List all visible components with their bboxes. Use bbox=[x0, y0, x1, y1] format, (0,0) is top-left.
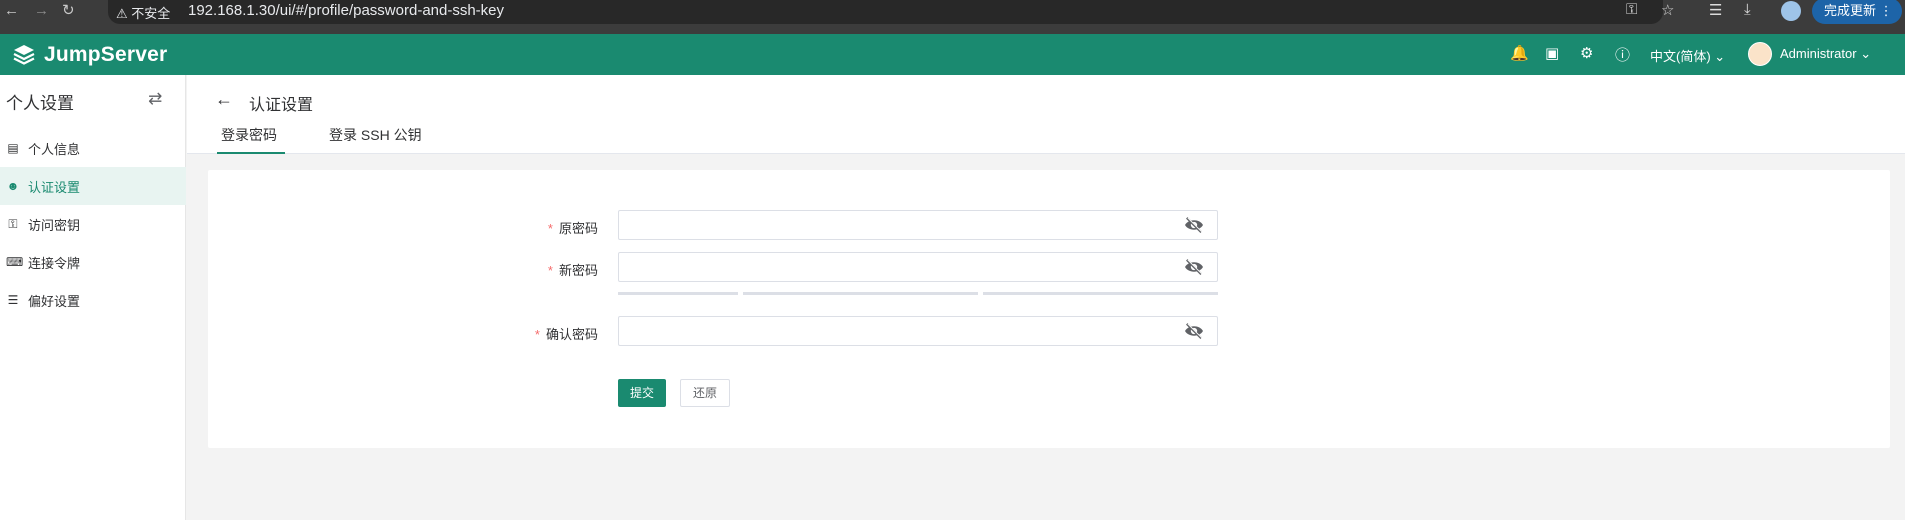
bookmark-star-icon[interactable]: ☆ bbox=[1661, 1, 1674, 19]
eye-off-icon[interactable] bbox=[1183, 322, 1205, 340]
language-selector[interactable]: 中文(简体) ⌄ bbox=[1650, 46, 1725, 65]
confirm-password-label-text: 确认密码 bbox=[545, 327, 598, 342]
security-warning[interactable]: ⚠ 不安全 bbox=[116, 3, 170, 22]
sidebar-item-preferences[interactable]: ☰ 偏好设置 bbox=[0, 281, 186, 319]
new-password-field[interactable] bbox=[618, 252, 1218, 282]
strength-bar-segment bbox=[858, 292, 978, 295]
strength-bar-segment bbox=[743, 292, 863, 295]
brand-logo[interactable]: JumpServer bbox=[12, 43, 167, 67]
switch-view-icon[interactable]: ⇄ bbox=[148, 89, 162, 109]
page-title: 认证设置 bbox=[249, 97, 314, 114]
old-password-label-text: 原密码 bbox=[558, 221, 598, 236]
help-icon[interactable]: ⓘ bbox=[1615, 44, 1630, 65]
strength-bar-segment bbox=[1098, 292, 1218, 295]
sidebar-item-label: 认证设置 bbox=[28, 179, 81, 195]
bell-icon[interactable]: 🔔 bbox=[1510, 44, 1529, 62]
brand-name: JumpServer bbox=[44, 43, 168, 66]
logo-icon bbox=[13, 45, 35, 65]
app-header: JumpServer 🔔 ▣ ⚙ ⓘ 中文(简体) ⌄ Administrato… bbox=[0, 34, 1905, 75]
browser-toolbar: ← → ↻ ⚠ 不安全 192.168.1.30/ui/#/profile/pa… bbox=[0, 0, 1905, 34]
eye-off-icon[interactable] bbox=[1183, 258, 1205, 276]
sidebar-item-auth-settings[interactable]: ☻ 认证设置 bbox=[0, 167, 186, 205]
sidebar: 个人设置 ⇄ ▤ 个人信息 ☻ 认证设置 ⚿ 访问密钥 ⌨ 连接令牌 ☰ 偏好设… bbox=[0, 75, 186, 520]
new-password-label-text: 新密码 bbox=[558, 263, 598, 278]
id-card-icon: ▤ bbox=[7, 141, 19, 155]
confirm-password-field[interactable] bbox=[618, 316, 1218, 346]
key-icon: ⚿ bbox=[8, 216, 18, 231]
download-icon[interactable]: ⤓ bbox=[1744, 1, 1751, 18]
username-label: Administrator bbox=[1780, 46, 1857, 61]
token-icon: ⌨ bbox=[6, 255, 24, 269]
chevron-down-icon: ⌄ bbox=[1714, 49, 1726, 64]
confirm-password-label: * 确认密码 bbox=[468, 324, 598, 343]
required-mark: * bbox=[534, 327, 540, 342]
old-password-field[interactable] bbox=[618, 210, 1218, 240]
sliders-icon: ☰ bbox=[7, 293, 19, 307]
strength-bar-segment bbox=[983, 292, 1103, 295]
user-avatar[interactable] bbox=[1748, 42, 1772, 66]
update-label: 完成更新 bbox=[1824, 3, 1877, 18]
security-label: 不安全 bbox=[131, 6, 171, 21]
profile-avatar[interactable] bbox=[1781, 1, 1801, 21]
reset-button[interactable]: 还原 bbox=[680, 379, 730, 407]
sidebar-item-access-key[interactable]: ⚿ 访问密钥 bbox=[0, 205, 186, 243]
language-label: 中文(简体) bbox=[1650, 49, 1711, 64]
user-menu[interactable]: Administrator ⌄ bbox=[1780, 46, 1871, 62]
submit-button[interactable]: 提交 bbox=[618, 379, 666, 407]
back-arrow-icon[interactable]: ← bbox=[215, 89, 233, 110]
url-text[interactable]: 192.168.1.30/ui/#/profile/password-and-s… bbox=[188, 2, 504, 19]
strength-bar-segment bbox=[618, 292, 738, 295]
sidebar-item-label: 偏好设置 bbox=[28, 293, 81, 309]
sidebar-item-label: 连接令牌 bbox=[28, 255, 81, 271]
required-mark: * bbox=[547, 221, 553, 236]
new-password-label: * 新密码 bbox=[488, 260, 598, 279]
password-key-icon[interactable]: ⚿ bbox=[1626, 1, 1637, 18]
user-lock-icon: ☻ bbox=[6, 179, 20, 193]
reload-icon[interactable]: ↻ bbox=[62, 0, 75, 22]
sidebar-title: 个人设置 bbox=[6, 94, 74, 113]
terminal-icon[interactable]: ▣ bbox=[1545, 44, 1559, 62]
page-header: ← 认证设置 登录密码 登录 SSH 公钥 bbox=[187, 75, 1905, 154]
back-icon[interactable]: ← bbox=[4, 0, 19, 22]
update-button[interactable]: 完成更新 ⋮ bbox=[1812, 0, 1902, 24]
address-bar[interactable]: ⚠ 不安全 192.168.1.30/ui/#/profile/password… bbox=[108, 0, 1674, 24]
password-form-card: * 原密码 * 新密码 * 确认密码 提交 还原 bbox=[208, 170, 1890, 448]
forward-icon[interactable]: → bbox=[34, 0, 49, 22]
sidebar-item-label: 个人信息 bbox=[28, 141, 81, 157]
sidebar-item-label: 访问密钥 bbox=[28, 217, 81, 233]
tab-login-ssh-key[interactable]: 登录 SSH 公钥 bbox=[329, 125, 422, 154]
playlist-icon[interactable]: ☰ bbox=[1709, 1, 1722, 19]
sidebar-item-personal-info[interactable]: ▤ 个人信息 bbox=[0, 129, 186, 167]
old-password-label: * 原密码 bbox=[488, 218, 598, 237]
required-mark: * bbox=[547, 263, 553, 278]
chevron-down-icon: ⌄ bbox=[1860, 46, 1872, 61]
tab-login-password[interactable]: 登录密码 bbox=[217, 125, 285, 154]
gear-icon[interactable]: ⚙ bbox=[1580, 44, 1593, 62]
eye-off-icon[interactable] bbox=[1183, 216, 1205, 234]
sidebar-item-connection-token[interactable]: ⌨ 连接令牌 bbox=[0, 243, 186, 281]
